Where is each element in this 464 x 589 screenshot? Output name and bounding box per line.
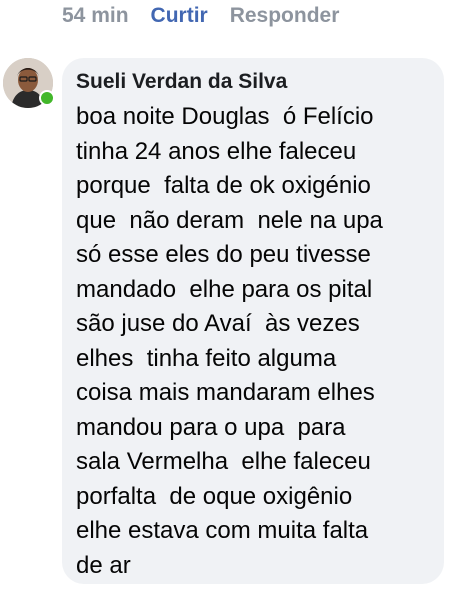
- comment-line: que não deram nele na upa: [76, 206, 383, 234]
- comment-author[interactable]: Sueli Verdan da Silva: [76, 68, 432, 96]
- comment-line: coisa mais mandaram elhes: [76, 379, 375, 406]
- comment-actions: 54 min Curtir Responder: [62, 0, 339, 32]
- comment-line: só esse eles do peu tivesse: [76, 241, 371, 268]
- comment-line: são juse do Avaí às vezes: [76, 310, 360, 337]
- comment-line: tinha 24 anos elhe faleceu: [76, 137, 357, 165]
- comment-line: boa noite Douglas ó Felício: [76, 103, 374, 130]
- comment-line: elhe estava com muita falta: [76, 517, 369, 544]
- reply-button[interactable]: Responder: [230, 4, 340, 28]
- comment-line: mandou para o upa para: [76, 413, 346, 441]
- comment-line: porfalta de oque oxigênio: [76, 482, 353, 510]
- comment-line: sala Vermelha elhe faleceu: [76, 448, 371, 475]
- comment-text: boa noite Douglas ó Felício tinha 24 ano…: [76, 100, 432, 583]
- comment-line: mandado elhe para os pital: [76, 275, 373, 303]
- comment-line: de ar: [76, 551, 131, 579]
- like-button[interactable]: Curtir: [151, 4, 208, 28]
- avatar[interactable]: [3, 58, 55, 108]
- online-status-indicator: [39, 90, 55, 106]
- comment-line: elhes tinha feito alguma: [76, 344, 337, 372]
- comment-line: porque falta de ok oxigénio: [76, 172, 371, 199]
- comment-timestamp: 54 min: [62, 4, 129, 27]
- comment-bubble: Sueli Verdan da Silva boa noite Douglas …: [62, 58, 444, 584]
